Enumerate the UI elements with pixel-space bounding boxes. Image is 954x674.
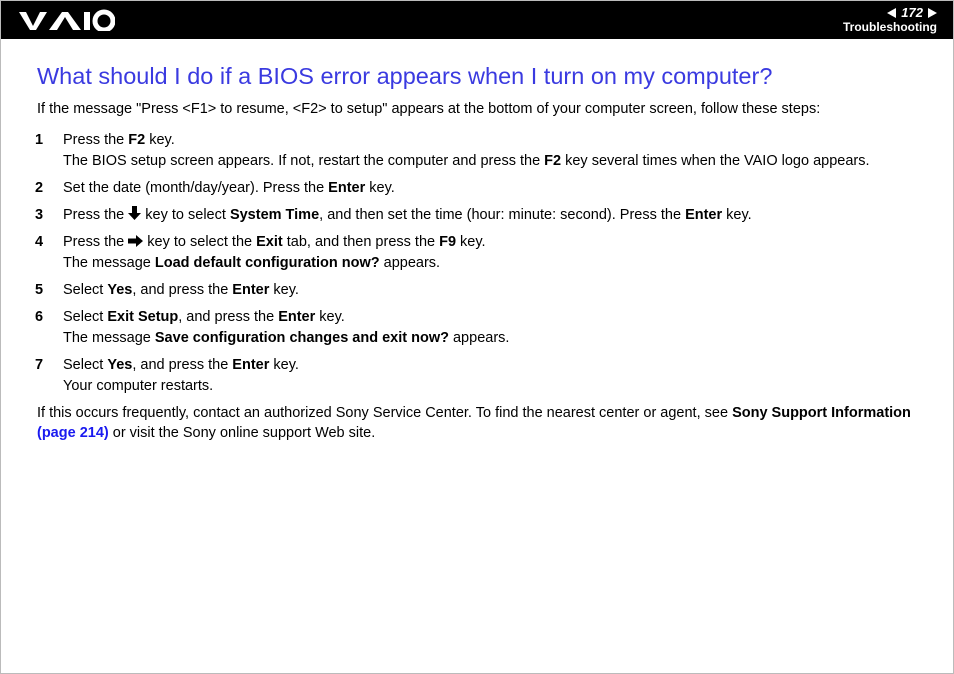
text-run: appears. xyxy=(449,330,509,346)
page-container: 172 Troubleshooting What should I do if … xyxy=(0,0,954,674)
text-run: , and then set the time (hour: minute: s… xyxy=(319,207,685,223)
text-run: appears. xyxy=(380,255,440,271)
step-body: Select Yes, and press the Enter key. xyxy=(63,280,925,301)
page-link[interactable]: (page 214) xyxy=(37,425,109,441)
step-body: Press the key to select the Exit tab, an… xyxy=(63,232,925,274)
bold-text: Enter xyxy=(328,180,365,196)
step-number: 4 xyxy=(35,232,63,253)
step-item: 1Press the F2 key. The BIOS setup screen … xyxy=(35,130,925,172)
step-item: 3Press the key to select System Time, an… xyxy=(35,205,925,226)
text-run: Set the date (month/day/year). Press the xyxy=(63,180,328,196)
step-body: Set the date (month/day/year). Press the… xyxy=(63,178,925,199)
page-number: 172 xyxy=(901,6,923,20)
header-bar: 172 Troubleshooting xyxy=(1,1,953,39)
text-run: Press the xyxy=(63,207,128,223)
step-item: 4Press the key to select the Exit tab, a… xyxy=(35,232,925,274)
text-run: The message xyxy=(63,255,155,271)
bold-text: Save configuration changes and exit now? xyxy=(155,330,449,346)
step-number: 2 xyxy=(35,178,63,199)
page-title: What should I do if a BIOS error appears… xyxy=(37,63,925,90)
page-nav: 172 xyxy=(887,6,937,20)
bold-text: Load default configuration now? xyxy=(155,255,380,271)
step-body: Press the F2 key. The BIOS setup screen a… xyxy=(63,130,925,172)
step-item: 2Set the date (month/day/year). Press th… xyxy=(35,178,925,199)
step-number: 6 xyxy=(35,307,63,328)
text-run: Your computer restarts. xyxy=(63,378,213,394)
step-number: 1 xyxy=(35,130,63,151)
text-run: key. xyxy=(456,234,486,250)
text-run: key to select the xyxy=(143,234,256,250)
text-run: key. xyxy=(269,357,299,373)
footer-post: or visit the Sony online support Web sit… xyxy=(109,425,376,441)
step-item: 7Select Yes, and press the Enter key. You… xyxy=(35,355,925,397)
text-run: key to select xyxy=(141,207,230,223)
footer-note: If this occurs frequently, contact an au… xyxy=(37,403,925,444)
footer-pre: If this occurs frequently, contact an au… xyxy=(37,405,732,421)
text-run: The BIOS setup screen appears. If not, r… xyxy=(63,153,544,169)
step-body: Select Yes, and press the Enter key. Your… xyxy=(63,355,925,397)
bold-text: F9 xyxy=(439,234,456,250)
text-run: key several times when the VAIO logo app… xyxy=(561,153,869,169)
bold-text: Enter xyxy=(278,309,315,325)
step-number: 3 xyxy=(35,205,63,226)
text-run: , and press the xyxy=(132,282,232,298)
bold-text: Yes xyxy=(107,357,132,373)
text-run: key. xyxy=(315,309,345,325)
text-run: The message xyxy=(63,330,155,346)
text-run: key. xyxy=(269,282,299,298)
bold-text: Exit Setup xyxy=(107,309,178,325)
step-body: Press the key to select System Time, and… xyxy=(63,205,925,226)
text-run: Select xyxy=(63,282,107,298)
bold-text: Exit xyxy=(256,234,283,250)
text-run: key. xyxy=(145,132,175,148)
text-run: Press the xyxy=(63,234,128,250)
arrow-right-icon xyxy=(128,235,143,247)
step-body: Select Exit Setup, and press the Enter k… xyxy=(63,307,925,349)
steps-list: 1Press the F2 key.The BIOS setup screen … xyxy=(35,130,925,397)
text-run: key. xyxy=(365,180,395,196)
step-number: 5 xyxy=(35,280,63,301)
bold-text: Enter xyxy=(685,207,722,223)
header-right: 172 Troubleshooting xyxy=(843,6,937,34)
bold-text: Yes xyxy=(107,282,132,298)
bold-text: F2 xyxy=(544,153,561,169)
section-label: Troubleshooting xyxy=(843,21,937,34)
vaio-logo-svg xyxy=(19,9,115,31)
intro-text: If the message "Press <F1> to resume, <F… xyxy=(37,100,925,120)
arrow-down-icon xyxy=(128,206,141,220)
step-item: 6Select Exit Setup, and press the Enter … xyxy=(35,307,925,349)
text-run: tab, and then press the xyxy=(283,234,439,250)
next-page-icon[interactable] xyxy=(928,8,937,18)
bold-text: F2 xyxy=(128,132,145,148)
bold-text: Enter xyxy=(232,282,269,298)
vaio-logo xyxy=(19,9,115,31)
step-item: 5Select Yes, and press the Enter key. xyxy=(35,280,925,301)
text-run: Press the xyxy=(63,132,128,148)
text-run: Select xyxy=(63,357,107,373)
text-run: , and press the xyxy=(178,309,278,325)
content-area: What should I do if a BIOS error appears… xyxy=(1,39,953,443)
text-run: Select xyxy=(63,309,107,325)
text-run: , and press the xyxy=(132,357,232,373)
footer-bold: Sony Support Information xyxy=(732,405,911,421)
text-run: key. xyxy=(722,207,752,223)
bold-text: Enter xyxy=(232,357,269,373)
bold-text: System Time xyxy=(230,207,319,223)
prev-page-icon[interactable] xyxy=(887,8,896,18)
step-number: 7 xyxy=(35,355,63,376)
